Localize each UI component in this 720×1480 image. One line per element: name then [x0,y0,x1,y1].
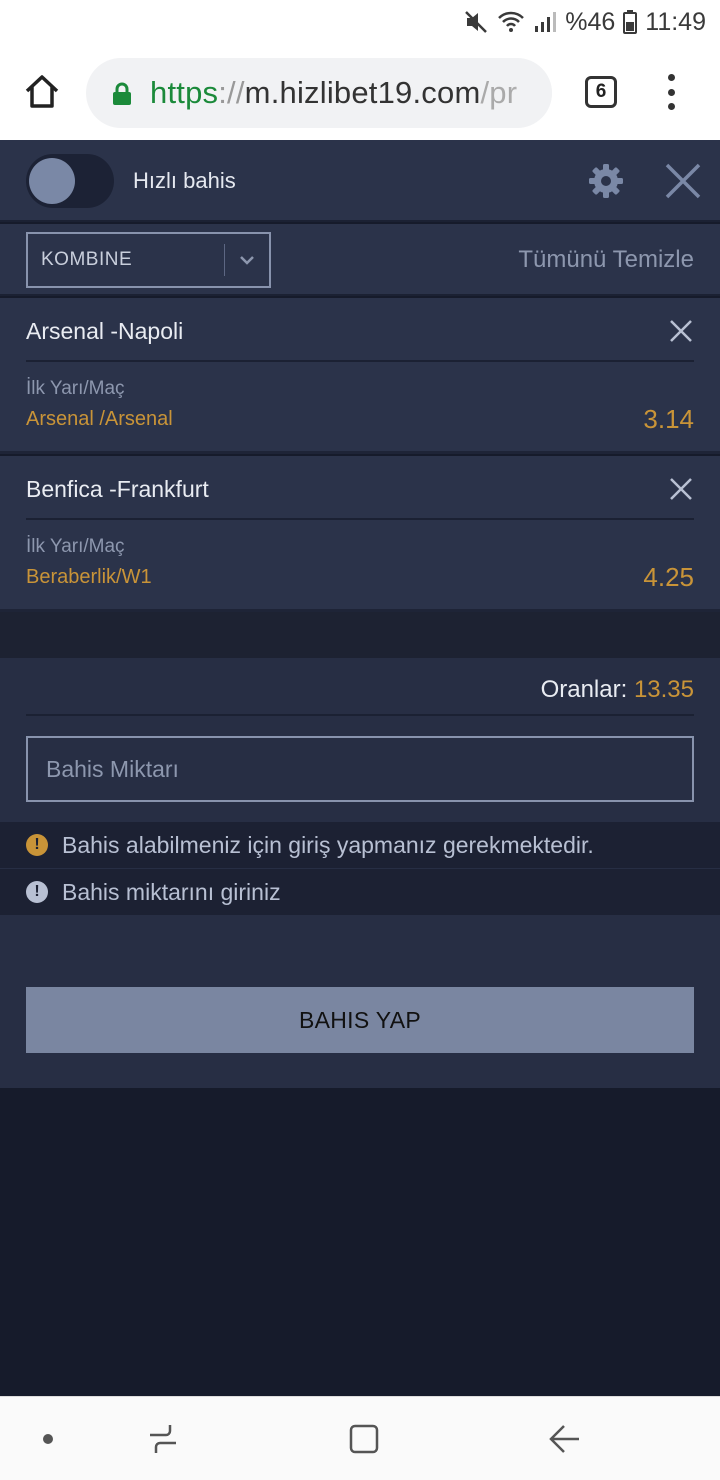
bet-selection: Arsenal -Napoli İlk Yarı/Maç Arsenal /Ar… [0,298,720,454]
bet-selection: Benfica -Frankfurt İlk Yarı/Maç Beraberl… [0,456,720,612]
quick-bet-label: Hızlı bahis [133,168,236,193]
more-menu-icon[interactable] [664,74,678,110]
divider [26,360,694,362]
market-name: İlk Yarı/Maç [26,536,125,557]
selection-odd: 4.25 [643,562,694,592]
wifi-icon [497,9,525,35]
login-warning: ! Bahis alabilmeniz için giriş yapmanız … [0,822,720,868]
empty-area [0,1088,720,1396]
address-bar[interactable]: https://m.hizlibet19.com/pr [86,58,552,128]
tab-switcher-button[interactable]: 6 [585,76,617,108]
close-betslip-icon[interactable] [664,162,702,200]
status-bar: %46 11:49 [0,0,720,44]
warning-icon: ! [26,834,48,856]
bet-type-row: KOMBINE Tümünü Temizle [0,224,720,296]
bet-type-select[interactable]: KOMBINE [26,232,271,288]
selection-pick: Beraberlik/W1 [26,566,152,588]
tab-count: 6 [595,81,607,102]
browser-toolbar: https://m.hizlibet19.com/pr 6 [0,44,720,140]
system-nav-bar [0,1396,720,1480]
selection-pick: Arsenal /Arsenal [26,408,173,430]
info-icon: ! [26,881,48,903]
clock: 11:49 [645,7,706,36]
gear-icon[interactable] [587,162,625,200]
url-scheme: https [150,75,219,110]
match-name: Benfica -Frankfurt [26,476,209,502]
total-odds-value: 13.35 [633,676,694,703]
url-separator: :// [218,75,245,110]
clear-all-button[interactable]: Tümünü Temizle [518,246,694,274]
signal-icon [533,10,557,34]
chevron-down-icon [225,234,269,286]
url-host: m.hizlibet19.com [244,75,481,110]
quick-bet-toggle[interactable] [26,154,114,208]
section-gap [0,612,720,658]
place-bet-button[interactable]: BAHIS YAP [26,987,694,1053]
home-square-icon[interactable] [348,1423,380,1455]
bet-summary-panel: Oranlar: 13.35 ! Bahis alabilmeniz için … [0,658,720,1088]
warning-text: Bahis miktarını giriniz [62,878,281,905]
divider [26,518,694,520]
selection-odd: 3.14 [643,404,694,434]
match-name: Arsenal -Napoli [26,318,184,344]
battery-level: %46 [565,7,616,36]
recent-apps-icon[interactable] [146,1423,180,1455]
lock-icon [112,82,132,111]
warning-text: Bahis alabilmeniz için giriş yapmanız ge… [62,831,594,858]
remove-selection-icon[interactable] [668,476,694,502]
total-odds: Oranlar: 13.35 [541,676,694,704]
home-icon[interactable] [22,72,62,112]
amount-warning: ! Bahis miktarını giriniz [0,869,720,915]
bet-type-value: KOMBINE [41,249,133,270]
assistant-dot-icon[interactable] [43,1434,53,1444]
divider [26,714,694,716]
betslip-header: Hızlı bahis [0,140,720,222]
toggle-knob [29,158,75,204]
total-odds-label: Oranlar: [540,676,628,703]
battery-icon [623,10,638,34]
back-arrow-icon[interactable] [548,1423,582,1455]
bet-amount-input[interactable] [26,736,694,802]
remove-selection-icon[interactable] [668,318,694,344]
mute-icon [463,9,489,35]
url-text: https://m.hizlibet19.com/pr [150,75,517,111]
market-name: İlk Yarı/Maç [26,378,125,399]
